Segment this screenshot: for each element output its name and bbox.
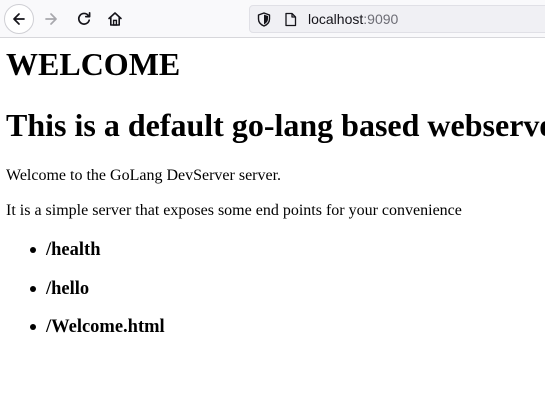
endpoint-hello: /hello — [46, 279, 90, 299]
welcome-heading: WELCOME — [6, 46, 181, 82]
home-icon — [107, 11, 123, 27]
page-content: WELCOME This is a default go-lang based … — [0, 39, 545, 401]
forward-arrow-icon — [43, 11, 59, 27]
url-bar[interactable]: localhost:9090 — [249, 5, 545, 33]
endpoint-health: /health — [46, 240, 101, 260]
description-paragraph: It is a simple server that exposes some … — [6, 202, 462, 219]
home-button[interactable] — [100, 4, 130, 34]
back-arrow-icon — [11, 11, 27, 27]
forward-button[interactable] — [36, 4, 66, 34]
bullet — [30, 324, 36, 330]
bullet — [30, 286, 36, 292]
bullet — [30, 247, 36, 253]
back-button[interactable] — [4, 4, 34, 34]
url-text[interactable]: localhost:9090 — [308, 11, 398, 28]
default-server-heading: This is a default go-lang based webserve… — [6, 107, 545, 143]
endpoint-welcome-html: /Welcome.html — [46, 317, 165, 337]
welcome-paragraph: Welcome to the GoLang DevServer server. — [6, 167, 282, 184]
browser-toolbar: localhost:9090 — [0, 0, 545, 38]
reload-icon — [76, 11, 92, 27]
endpoint-list-item: /Welcome.html — [30, 316, 165, 338]
url-host: localhost — [308, 11, 364, 27]
shield-icon[interactable] — [257, 12, 271, 32]
url-port: :9090 — [363, 11, 399, 27]
page-icon[interactable] — [284, 12, 297, 32]
reload-button[interactable] — [69, 4, 99, 34]
endpoint-list-item: /health — [30, 239, 100, 261]
endpoint-list-item: /hello — [30, 278, 89, 300]
